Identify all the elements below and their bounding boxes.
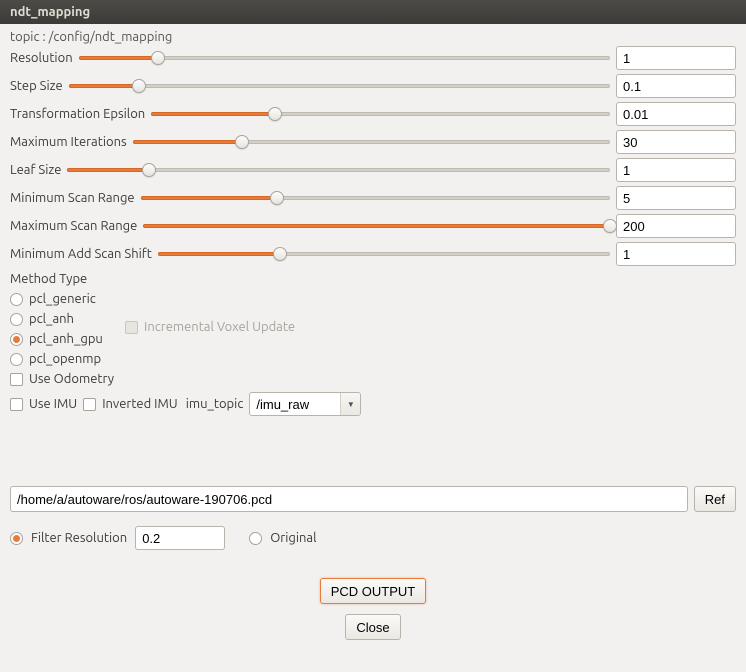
slider-value-spinner[interactable]: ▲▼	[616, 46, 736, 70]
chevron-down-icon: ▼	[347, 400, 355, 409]
slider-3[interactable]	[133, 132, 610, 152]
method-radio-pcl_anh[interactable]	[10, 313, 23, 326]
path-row: Ref	[10, 486, 736, 512]
filter-resolution-radio[interactable]	[10, 532, 23, 545]
method-radio-label: pcl_openmp	[29, 352, 101, 366]
window-titlebar: ndt_mapping	[0, 0, 746, 24]
method-radio-label: pcl_anh_gpu	[29, 332, 103, 346]
slider-value-spinner[interactable]: ▲▼	[616, 130, 736, 154]
pcd-output-button[interactable]: PCD OUTPUT	[320, 578, 427, 604]
imu-row: Use IMU Inverted IMU imu_topic ▼	[10, 392, 736, 416]
pcd-path-input[interactable]	[10, 486, 688, 512]
incremental-voxel-label: Incremental Voxel Update	[144, 320, 295, 334]
incremental-voxel-row: Incremental Voxel Update	[125, 320, 295, 334]
slider-value-input[interactable]	[617, 75, 746, 97]
method-radio-label: pcl_generic	[29, 292, 96, 306]
slider-2[interactable]	[151, 104, 610, 124]
original-label: Original	[270, 531, 316, 545]
window-title: ndt_mapping	[10, 5, 90, 19]
filter-row: Filter Resolution Original	[10, 526, 736, 550]
slider-row: Maximum Iterations ▲▼	[10, 130, 736, 154]
use-imu-label: Use IMU	[29, 397, 77, 411]
slider-thumb[interactable]	[235, 135, 249, 149]
slider-value-input[interactable]	[617, 159, 746, 181]
slider-1[interactable]	[69, 76, 610, 96]
filter-resolution-label: Filter Resolution	[31, 531, 127, 545]
slider-value-input[interactable]	[617, 215, 746, 237]
method-radio-pcl_anh_gpu[interactable]	[10, 333, 23, 346]
slider-value-input[interactable]	[617, 187, 746, 209]
slider-thumb[interactable]	[268, 107, 282, 121]
slider-value-input[interactable]	[617, 243, 746, 265]
inverted-imu-label: Inverted IMU	[102, 397, 178, 411]
original-radio[interactable]	[249, 532, 262, 545]
slider-thumb[interactable]	[603, 219, 617, 233]
slider-row: Resolution ▲▼	[10, 46, 736, 70]
slider-value-input[interactable]	[617, 47, 746, 69]
use-odometry-label: Use Odometry	[29, 372, 114, 386]
inverted-imu-checkbox[interactable]	[83, 398, 96, 411]
slider-row: Maximum Scan Range ▲▼	[10, 214, 736, 238]
imu-topic-combo[interactable]: ▼	[249, 392, 361, 416]
use-imu-checkbox[interactable]	[10, 398, 23, 411]
slider-row: Leaf Size ▲▼	[10, 158, 736, 182]
slider-label: Maximum Iterations	[10, 135, 127, 149]
close-button[interactable]: Close	[345, 614, 400, 640]
method-option-row: pcl_anh_gpu	[10, 332, 736, 346]
method-radio-pcl_openmp[interactable]	[10, 353, 23, 366]
method-option-row: pcl_openmp	[10, 352, 736, 366]
slider-row: Transformation Epsilon ▲▼	[10, 102, 736, 126]
method-radio-pcl_generic[interactable]	[10, 293, 23, 306]
slider-6[interactable]	[143, 216, 610, 236]
slider-row: Step Size ▲▼	[10, 74, 736, 98]
slider-row: Minimum Scan Range ▲▼	[10, 186, 736, 210]
slider-value-spinner[interactable]: ▲▼	[616, 158, 736, 182]
slider-label: Step Size	[10, 79, 63, 93]
topic-label: topic : /config/ndt_mapping	[10, 30, 736, 44]
slider-label: Resolution	[10, 51, 73, 65]
slider-thumb[interactable]	[273, 247, 287, 261]
slider-4[interactable]	[67, 160, 610, 180]
slider-label: Transformation Epsilon	[10, 107, 145, 121]
slider-7[interactable]	[158, 244, 610, 264]
slider-value-spinner[interactable]: ▲▼	[616, 214, 736, 238]
method-type-group: Method Type pcl_generic pcl_anh pcl_anh_gp…	[10, 272, 736, 366]
slider-thumb[interactable]	[270, 191, 284, 205]
slider-row: Minimum Add Scan Shift ▲▼	[10, 242, 736, 266]
method-radio-label: pcl_anh	[29, 312, 74, 326]
imu-topic-input[interactable]	[250, 393, 340, 415]
method-option-row: pcl_anh	[10, 312, 736, 326]
slider-label: Minimum Scan Range	[10, 191, 135, 205]
slider-label: Leaf Size	[10, 163, 61, 177]
method-type-label: Method Type	[10, 272, 736, 286]
dialog-content: topic : /config/ndt_mapping Resolution ▲▼…	[0, 24, 746, 650]
slider-thumb[interactable]	[151, 51, 165, 65]
imu-topic-dropdown-button[interactable]: ▼	[340, 393, 360, 415]
slider-value-spinner[interactable]: ▲▼	[616, 186, 736, 210]
use-odometry-checkbox[interactable]	[10, 373, 23, 386]
slider-5[interactable]	[141, 188, 610, 208]
slider-label: Maximum Scan Range	[10, 219, 137, 233]
slider-value-input[interactable]	[617, 103, 746, 125]
incremental-voxel-checkbox	[125, 321, 138, 334]
slider-thumb[interactable]	[142, 163, 156, 177]
slider-value-spinner[interactable]: ▲▼	[616, 74, 736, 98]
method-option-row: pcl_generic	[10, 292, 736, 306]
slider-value-input[interactable]	[617, 131, 746, 153]
slider-value-spinner[interactable]: ▲▼	[616, 102, 736, 126]
imu-topic-label: imu_topic	[186, 397, 244, 411]
filter-resolution-input[interactable]	[135, 526, 225, 550]
ref-button[interactable]: Ref	[694, 486, 736, 512]
slider-0[interactable]	[79, 48, 610, 68]
use-odometry-row: Use Odometry	[10, 372, 736, 386]
slider-label: Minimum Add Scan Shift	[10, 247, 152, 261]
slider-value-spinner[interactable]: ▲▼	[616, 242, 736, 266]
slider-thumb[interactable]	[132, 79, 146, 93]
